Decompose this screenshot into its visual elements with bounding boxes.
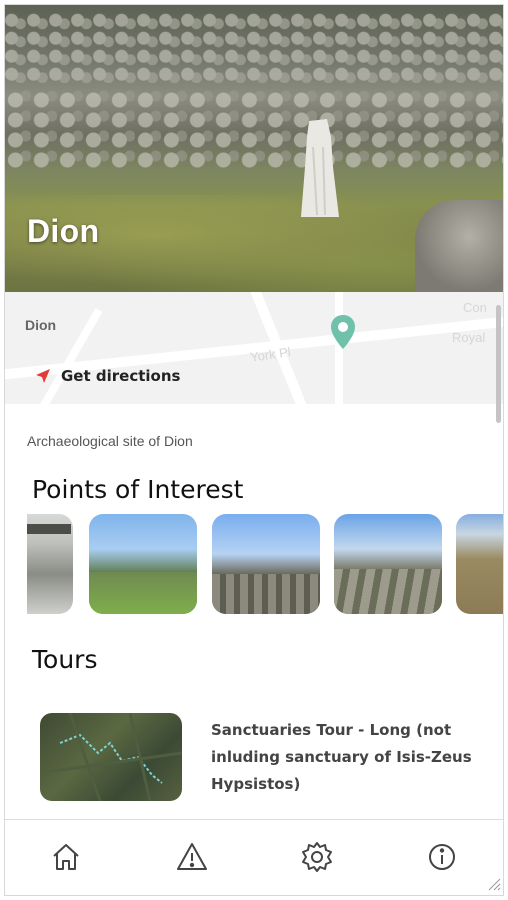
app-frame: Dion York Pl Royal Con Dion Get directio…	[4, 4, 504, 896]
poi-card[interactable]	[456, 514, 503, 614]
hero-image: Dion	[5, 5, 503, 292]
map-pin-icon[interactable]	[331, 315, 355, 349]
map-street-label: Con	[463, 300, 487, 315]
get-directions-label: Get directions	[61, 367, 181, 385]
nav-settings-button[interactable]	[300, 840, 334, 874]
home-icon	[53, 844, 79, 870]
resize-grip-icon[interactable]	[487, 877, 501, 891]
tour-map-thumbnail[interactable]	[40, 713, 182, 801]
get-directions-button[interactable]: Get directions	[35, 367, 180, 385]
tours-heading: Tours	[32, 645, 98, 674]
info-icon	[429, 844, 455, 870]
map-street-label: Royal	[452, 330, 486, 345]
warning-icon	[177, 843, 207, 870]
tour-route-image	[40, 713, 182, 801]
map-place-label: Dion	[25, 317, 57, 333]
poi-card[interactable]	[27, 514, 73, 614]
poi-card[interactable]	[89, 514, 197, 614]
scrollbar[interactable]	[496, 305, 501, 423]
gear-icon	[302, 842, 332, 872]
poi-card[interactable]	[212, 514, 320, 614]
poi-card[interactable]	[334, 514, 442, 614]
page-title: Dion	[27, 213, 100, 249]
poi-carousel[interactable]	[27, 514, 503, 616]
nav-home-button[interactable]	[49, 840, 83, 874]
place-description: Archaeological site of Dion	[27, 433, 193, 449]
statue-image	[301, 119, 339, 217]
points-of-interest-heading: Points of Interest	[32, 475, 244, 504]
navigation-arrow-icon	[36, 369, 50, 383]
nav-info-button[interactable]	[425, 840, 459, 874]
bottom-navigation	[5, 819, 503, 895]
location-map[interactable]: York Pl Royal Con Dion Get directions	[5, 292, 503, 404]
nav-alerts-button[interactable]	[175, 840, 209, 874]
tour-title[interactable]: Sanctuaries Tour - Long (not inluding sa…	[211, 717, 501, 798]
